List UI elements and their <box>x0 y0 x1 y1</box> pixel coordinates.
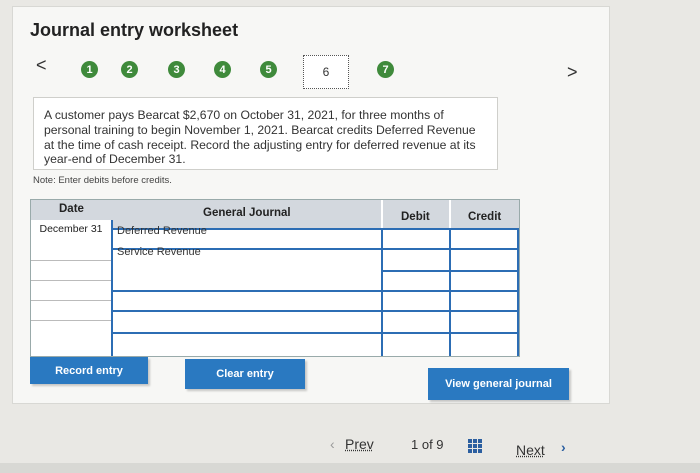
page-indicator: 1 of 9 <box>411 437 444 452</box>
step-5-button[interactable]: 5 <box>260 61 277 78</box>
debit-input[interactable] <box>383 230 449 248</box>
general-journal-header: General Journal <box>111 200 381 228</box>
account-cell[interactable]: Service Revenue <box>117 246 201 258</box>
credit-input[interactable] <box>451 230 517 248</box>
view-general-journal-button[interactable]: View general journal <box>428 368 569 400</box>
credit-input[interactable] <box>451 250 517 270</box>
step-7-button[interactable]: 7 <box>377 61 394 78</box>
account-cell[interactable]: Deferred Revenue <box>117 225 207 237</box>
date-header-label: Date <box>59 203 84 215</box>
row-divider <box>111 290 519 292</box>
page-title: Journal entry worksheet <box>30 20 239 40</box>
step-2-button[interactable]: 2 <box>121 61 138 78</box>
credit-header: Credit <box>451 200 519 228</box>
row-divider <box>381 270 519 272</box>
next-chevron-icon[interactable]: › <box>561 439 566 455</box>
question-grid-icon[interactable] <box>468 439 482 453</box>
prev-link[interactable]: Prev <box>345 436 374 452</box>
debit-credit-note: Note: Enter debits before credits. <box>33 175 172 186</box>
step-6-current[interactable]: 6 <box>303 55 349 89</box>
credit-header-label: Credit <box>468 211 502 223</box>
general-journal-header-label: General Journal <box>203 207 291 219</box>
journal-table: Date General Journal Debit Credit Decemb… <box>30 199 520 357</box>
row-divider <box>111 332 519 334</box>
taskbar <box>0 463 700 473</box>
next-step-chevron-icon[interactable]: > <box>567 62 578 83</box>
debit-header-label: Debit <box>401 211 430 223</box>
next-link[interactable]: Next <box>516 442 545 458</box>
row-divider <box>111 310 519 312</box>
prev-step-chevron-icon[interactable]: < <box>36 55 47 76</box>
clear-entry-button[interactable]: Clear entry <box>185 359 305 389</box>
step-3-button[interactable]: 3 <box>168 61 185 78</box>
debit-header: Debit <box>383 200 449 228</box>
step-4-button[interactable]: 4 <box>214 61 231 78</box>
debit-input[interactable] <box>383 250 449 270</box>
step-1-button[interactable]: 1 <box>81 61 98 78</box>
record-entry-button[interactable]: Record entry <box>30 357 148 384</box>
prev-chevron-icon[interactable]: ‹ <box>330 436 335 452</box>
account-column-left-border <box>111 220 113 356</box>
date-header: Date <box>31 200 111 220</box>
date-cell[interactable]: December 31 <box>31 223 111 235</box>
question-prompt: A customer pays Bearcat $2,670 on Octobe… <box>33 97 498 170</box>
